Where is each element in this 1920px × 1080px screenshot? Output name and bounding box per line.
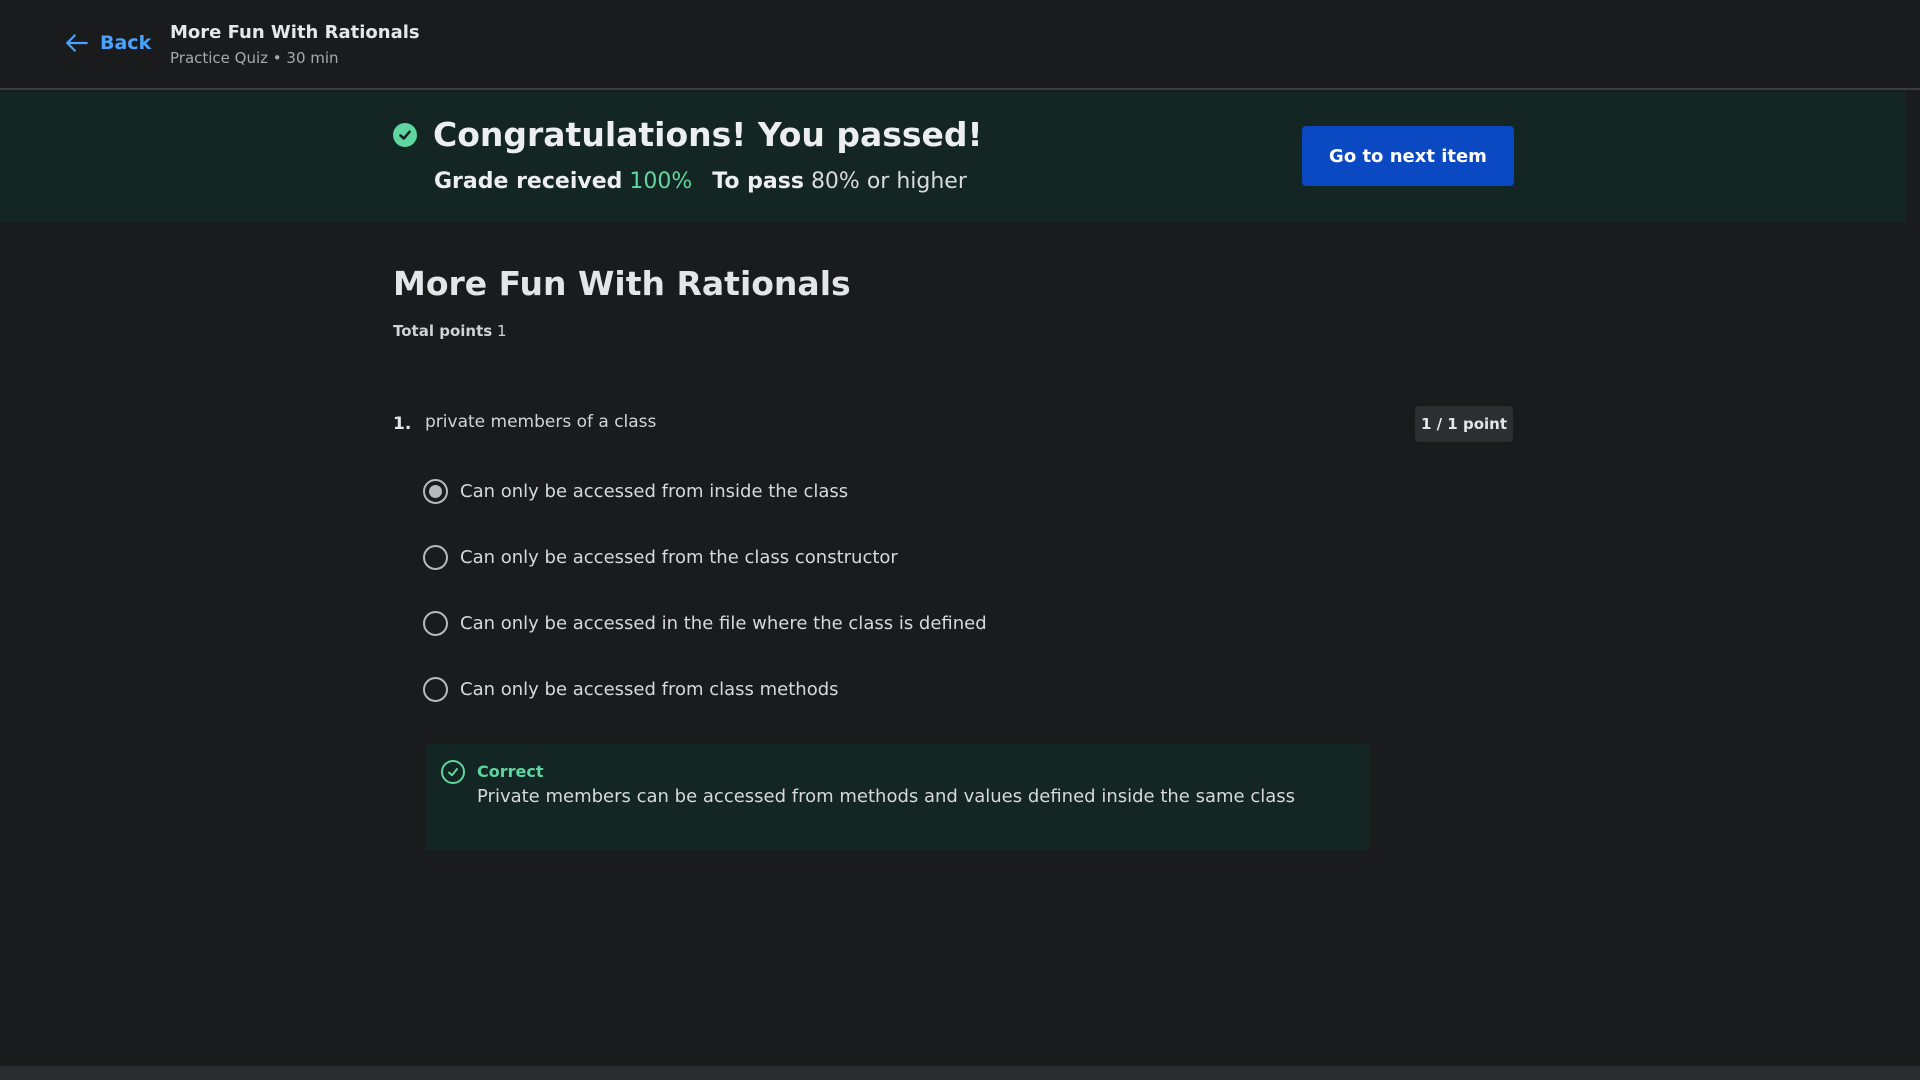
- answer-option[interactable]: Can only be accessed in the file where t…: [423, 610, 987, 636]
- option-label: Can only be accessed from the class cons…: [460, 546, 898, 568]
- pass-requirement: To pass 80% or higher: [712, 166, 967, 198]
- radio-icon[interactable]: [423, 544, 448, 570]
- radio-icon[interactable]: [423, 610, 448, 636]
- total-points-value: 1: [496, 322, 507, 340]
- question-number: 1.: [393, 414, 412, 434]
- total-points: Total points 1: [393, 322, 1513, 340]
- feedback-text: Private members can be accessed from met…: [477, 786, 1296, 807]
- total-points-label: Total points: [393, 322, 493, 340]
- answer-option[interactable]: Can only be accessed from the class cons…: [423, 544, 987, 570]
- feedback-status: Correct: [477, 762, 544, 781]
- question-score-badge: 1 / 1 point: [1414, 406, 1513, 442]
- back-label: Back: [100, 32, 152, 54]
- option-label: Can only be accessed from inside the cla…: [460, 480, 849, 502]
- grade-value: 100%: [629, 169, 693, 194]
- pass-value: 80% or higher: [810, 169, 967, 194]
- back-button[interactable]: Back: [64, 30, 151, 56]
- pass-label: To pass: [712, 169, 804, 194]
- option-label: Can only be accessed from class methods: [460, 678, 839, 700]
- result-banner: Congratulations! You passed! Grade recei…: [0, 92, 1906, 222]
- bottom-strip: [0, 1066, 1920, 1080]
- header-title: More Fun With Rationals: [170, 22, 420, 43]
- page-title: More Fun With Rationals: [393, 264, 851, 303]
- answer-feedback: Correct Private members can be accessed …: [425, 744, 1370, 850]
- grade-label: Grade received: [434, 169, 623, 194]
- option-label: Can only be accessed in the file where t…: [460, 612, 987, 634]
- question-text: private members of a class: [425, 412, 657, 432]
- pass-heading-row: Congratulations! You passed!: [393, 110, 983, 160]
- check-circle-icon: [393, 123, 417, 147]
- arrow-left-icon: [66, 34, 88, 52]
- answer-option[interactable]: Can only be accessed from inside the cla…: [423, 478, 987, 504]
- pass-heading: Congratulations! You passed!: [433, 115, 983, 154]
- radio-icon[interactable]: [423, 676, 448, 702]
- quiz-content: More Fun With Rationals Total points 1 1…: [393, 258, 1513, 850]
- check-circle-outline-icon: [441, 760, 465, 784]
- header-titles: More Fun With Rationals Practice Quiz • …: [170, 20, 420, 70]
- result-summary: Congratulations! You passed! Grade recei…: [393, 110, 983, 198]
- header-subtitle: Practice Quiz • 30 min: [170, 49, 339, 67]
- answer-options: Can only be accessed from inside the cla…: [423, 478, 987, 742]
- radio-selected-icon[interactable]: [423, 478, 448, 504]
- grade-received: Grade received 100%: [434, 166, 692, 198]
- top-header: Back More Fun With Rationals Practice Qu…: [0, 0, 1920, 90]
- next-item-button[interactable]: Go to next item: [1302, 126, 1514, 186]
- scrollbar-track[interactable]: [1906, 92, 1920, 1066]
- grade-row: Grade received 100% To pass 80% or highe…: [434, 166, 983, 198]
- answer-option[interactable]: Can only be accessed from class methods: [423, 676, 987, 702]
